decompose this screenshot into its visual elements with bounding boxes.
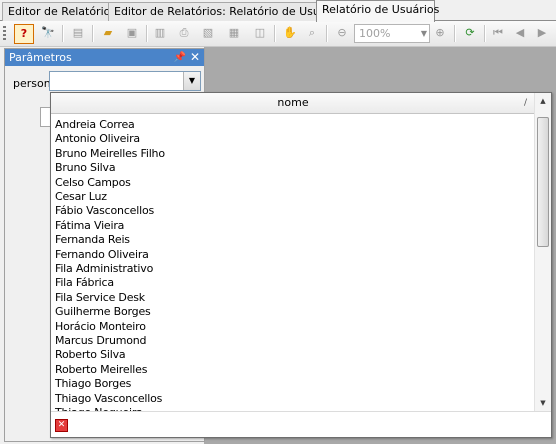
list-item[interactable]: Fila Administrativo xyxy=(55,262,153,276)
toolbar-separator xyxy=(146,25,148,42)
list-item[interactable]: Bruno Meirelles Filho xyxy=(55,147,165,161)
toolbar-separator xyxy=(274,25,276,42)
scroll-up-icon[interactable]: ▲ xyxy=(535,93,551,109)
toolbar-separator xyxy=(62,25,64,42)
column-header-label: nome xyxy=(277,96,309,109)
vertical-scrollbar[interactable]: ▲ ▼ xyxy=(534,93,551,411)
list-item[interactable]: Fila Fábrica xyxy=(55,276,114,290)
help-icon[interactable]: ? xyxy=(14,24,34,44)
page-setup-icon[interactable]: ▥ xyxy=(152,25,168,41)
open-icon[interactable]: ▰ xyxy=(100,25,116,41)
report-toolbar: ? 🔭 ▤ ▰ ▣ ▥ ⎙ ▧ ▦ ◫ ✋ ⌕ ⊖ 100% ▼ ⊕ ⟳ ⏮ ◀… xyxy=(0,21,556,47)
zoom-out-icon[interactable]: ⊖ xyxy=(334,25,350,41)
panel-title: Parâmetros xyxy=(9,51,72,64)
list-item[interactable]: Bruno Silva xyxy=(55,161,116,175)
list-item[interactable]: Roberto Meirelles xyxy=(55,363,147,377)
chevron-down-icon: ▼ xyxy=(420,29,427,38)
pin-icon[interactable]: 📌 xyxy=(174,49,186,66)
sort-indicator: / xyxy=(523,98,527,108)
toolbar-separator xyxy=(326,25,328,42)
save-icon[interactable]: ▣ xyxy=(124,25,140,41)
list-item[interactable]: Guilherme Borges xyxy=(55,305,151,319)
person-list: Andreia Correa Antonio Oliveira Bruno Meir… xyxy=(51,114,535,411)
refresh-icon[interactable]: ⟳ xyxy=(462,25,478,41)
toolbar-separator xyxy=(454,25,456,42)
print-icon[interactable]: ⎙ xyxy=(176,25,192,41)
toolbar-grip xyxy=(3,26,6,41)
list-item[interactable]: Antonio Oliveira xyxy=(55,132,140,146)
scroll-thumb[interactable] xyxy=(537,117,549,247)
parameters-panel-header: Parâmetros 📌 ✕ xyxy=(5,49,204,66)
zoom-select[interactable]: 100% ▼ xyxy=(354,24,430,43)
popup-footer: ✕ xyxy=(51,411,551,438)
tab-report-editor-users[interactable]: Editor de Relatórios: Relatório de Usuár… xyxy=(108,2,347,21)
list-item[interactable]: Marcus Drumond xyxy=(55,334,147,348)
close-icon[interactable]: ✕ xyxy=(190,49,200,66)
first-page-icon[interactable]: ⏮ xyxy=(490,25,506,41)
toolbar-separator xyxy=(92,25,94,42)
export-icon[interactable]: ▧ xyxy=(200,25,216,41)
print-preview-icon[interactable]: ▤ xyxy=(70,25,86,41)
column-header-nome[interactable]: nome / xyxy=(51,93,535,114)
list-item[interactable]: Horácio Monteiro xyxy=(55,320,146,334)
person-label: person xyxy=(13,77,51,90)
scroll-down-icon[interactable]: ▼ xyxy=(535,395,551,411)
tab-users-report[interactable]: Relatório de Usuários xyxy=(316,0,439,22)
hand-icon[interactable]: ✋ xyxy=(282,25,298,41)
list-item[interactable]: Fátima Vieira xyxy=(55,219,124,233)
prev-page-icon[interactable]: ◀ xyxy=(512,25,528,41)
binoculars-icon[interactable]: 🔭 xyxy=(40,25,56,41)
zoom-in-icon[interactable]: ⊕ xyxy=(432,25,448,41)
person-dropdown-popup: nome / Andreia Correa Antonio Oliveira Bru… xyxy=(50,92,552,438)
zoom-tool-icon[interactable]: ⌕ xyxy=(304,25,320,41)
list-item[interactable]: Fila Service Desk xyxy=(55,291,145,305)
list-item[interactable]: Roberto Silva xyxy=(55,348,126,362)
list-item[interactable]: Thiago Borges xyxy=(55,377,131,391)
toolbar-separator xyxy=(484,25,486,42)
list-item[interactable]: Thiago Vasconcellos xyxy=(55,392,162,406)
list-item[interactable]: Fernando Oliveira xyxy=(55,248,149,262)
next-page-icon[interactable]: ▶ xyxy=(534,25,550,41)
list-item[interactable]: Fábio Vasconcellos xyxy=(55,204,154,218)
layout-icon[interactable]: ◫ xyxy=(252,25,268,41)
clear-selection-icon[interactable]: ✕ xyxy=(55,419,68,432)
chevron-down-icon[interactable]: ▼ xyxy=(183,72,200,90)
pages-icon[interactable]: ▦ xyxy=(226,25,242,41)
tab-strip: Editor de Relatórios Editor de Relatório… xyxy=(0,0,556,22)
person-combobox[interactable]: ▼ xyxy=(49,71,201,91)
tab-report-editor[interactable]: Editor de Relatórios xyxy=(2,2,116,21)
list-item[interactable]: Celso Campos xyxy=(55,176,131,190)
zoom-value: 100% xyxy=(359,27,391,40)
list-item[interactable]: Fernanda Reis xyxy=(55,233,130,247)
list-item[interactable]: Cesar Luz xyxy=(55,190,107,204)
list-item[interactable]: Andreia Correa xyxy=(55,118,135,132)
